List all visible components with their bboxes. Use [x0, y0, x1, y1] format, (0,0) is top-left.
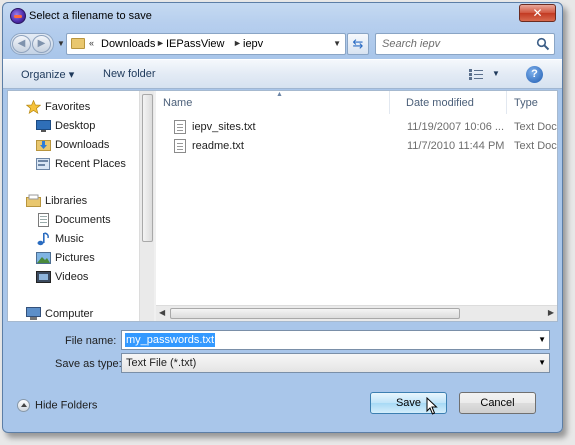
file-name-input[interactable]: my_passwords.txt ▼ [121, 330, 550, 350]
sidebar-item-label: Videos [55, 271, 89, 283]
sidebar-item-label: Favorites [45, 101, 91, 113]
column-header-type[interactable]: Type [507, 91, 557, 114]
hide-folders-button[interactable]: Hide Folders [17, 399, 97, 412]
navigation-bar: ◀ ▶ ▼ « Downloads ► IEPassView ► iepv ▼ … [8, 31, 559, 57]
mouse-pointer-icon [426, 397, 438, 415]
save-as-type-dropdown-icon[interactable]: ▼ [538, 358, 546, 367]
back-arrow-icon[interactable]: ◀ [12, 35, 31, 53]
folder-icon [71, 38, 85, 49]
recent-places-icon [36, 158, 50, 170]
scroll-left-arrow-icon[interactable]: ◀ [159, 308, 165, 317]
breadcrumb-iepassview[interactable]: IEPassView [166, 38, 225, 50]
libraries-icon [26, 194, 41, 207]
scrollbar-thumb[interactable] [142, 94, 153, 242]
sidebar-item-label: Documents [55, 214, 111, 226]
save-as-type-select[interactable]: Text File (*.txt) ▼ [121, 353, 550, 373]
title-bar: Select a filename to save ✕ [3, 3, 562, 30]
breadcrumb-iepv[interactable]: iepv [243, 38, 263, 50]
music-icon [37, 232, 49, 246]
command-toolbar: Organize ▾ New folder ▼ ? [3, 59, 562, 89]
sort-ascending-icon: ▲ [276, 91, 283, 98]
save-as-type-value: Text File (*.txt) [126, 357, 197, 369]
documents-icon [38, 213, 49, 227]
navigation-pane: Favorites Desktop Downloads Recent Place… [8, 91, 139, 321]
scroll-right-arrow-icon[interactable]: ▶ [548, 308, 554, 317]
navigation-scrollbar[interactable] [139, 91, 154, 321]
save-as-type-label: Save as type: [55, 358, 122, 370]
text-file-icon [174, 120, 186, 134]
computer-icon [26, 307, 41, 320]
breadcrumb-downloads[interactable]: Downloads [101, 38, 155, 50]
close-button[interactable]: ✕ [519, 4, 556, 22]
recent-locations-dropdown-icon[interactable]: ▼ [57, 39, 65, 48]
file-name-label: File name: [65, 335, 117, 347]
sidebar-item-label: Computer [45, 308, 94, 320]
sidebar-item-label: Music [55, 233, 84, 245]
dialog-footer: Hide Folders Save Cancel [3, 382, 562, 432]
desktop-icon [36, 120, 51, 132]
organize-button[interactable]: Organize ▾ [21, 68, 74, 81]
file-type: Text Docu [514, 121, 557, 133]
column-header-name[interactable]: ▲ Name [156, 91, 390, 114]
back-forward-group: ◀ ▶ [10, 33, 54, 55]
sidebar-item-label: Recent Places [55, 158, 126, 170]
address-bar[interactable]: « Downloads ► IEPassView ► iepv ▼ [66, 33, 346, 55]
save-dialog: Select a filename to save ✕ ◀ ▶ ▼ « Down… [2, 2, 563, 433]
help-icon[interactable]: ? [526, 66, 543, 83]
forward-arrow-icon[interactable]: ▶ [32, 35, 51, 53]
file-name-value: my_passwords.txt [125, 333, 216, 347]
sidebar-item-label: Downloads [55, 139, 110, 151]
window-title: Select a filename to save [29, 10, 152, 22]
sidebar-item-label: Desktop [55, 120, 96, 132]
refresh-button[interactable]: ⇆ [347, 33, 369, 55]
sidebar-item-label: Pictures [55, 252, 95, 264]
column-header-date-modified[interactable]: Date modified [399, 91, 507, 114]
address-dropdown-icon[interactable]: ▼ [333, 39, 341, 48]
file-name: readme.txt [192, 140, 244, 152]
scrollbar-thumb[interactable] [170, 308, 460, 319]
downloads-folder-icon [36, 140, 51, 151]
search-input[interactable]: Search iepv [375, 33, 555, 55]
view-dropdown-icon[interactable]: ▼ [492, 69, 500, 78]
text-file-icon [174, 139, 186, 153]
file-list: ▲ Name Date modified Type iepv_sites.txt… [156, 91, 557, 321]
app-icon [10, 8, 26, 24]
file-date: 11/19/2007 10:06 ... [407, 121, 505, 133]
file-row[interactable]: iepv_sites.txt 11/19/2007 10:06 ... Text… [156, 118, 557, 137]
column-header-label: Date modified [406, 97, 474, 109]
file-type: Text Docu [514, 140, 557, 152]
hide-folders-label: Hide Folders [35, 399, 98, 412]
breadcrumb-overflow[interactable]: « [89, 38, 94, 48]
cancel-button[interactable]: Cancel [459, 392, 536, 414]
pictures-icon [36, 252, 51, 264]
breadcrumb-separator[interactable]: ► [156, 38, 165, 48]
refresh-icon: ⇆ [352, 36, 364, 51]
file-date: 11/7/2010 11:44 PM [407, 140, 505, 152]
column-header-label: Name [163, 97, 193, 109]
search-icon[interactable] [536, 37, 550, 51]
file-name-dropdown-icon[interactable]: ▼ [538, 335, 546, 344]
file-list-horizontal-scrollbar[interactable]: ◀ ▶ [156, 305, 557, 321]
column-header-label: Type [514, 97, 538, 109]
new-folder-button[interactable]: New folder [103, 68, 156, 80]
breadcrumb-separator[interactable]: ► [233, 38, 242, 48]
search-placeholder: Search iepv [382, 38, 441, 50]
file-row[interactable]: readme.txt 11/7/2010 11:44 PM Text Docu [156, 137, 557, 156]
view-options-icon[interactable] [469, 69, 483, 80]
browse-area: Favorites Desktop Downloads Recent Place… [7, 90, 558, 322]
file-name: iepv_sites.txt [192, 121, 256, 133]
videos-icon [36, 271, 51, 283]
star-icon [26, 100, 41, 114]
collapse-up-icon [17, 399, 30, 412]
sidebar-item-label: Libraries [45, 195, 88, 207]
